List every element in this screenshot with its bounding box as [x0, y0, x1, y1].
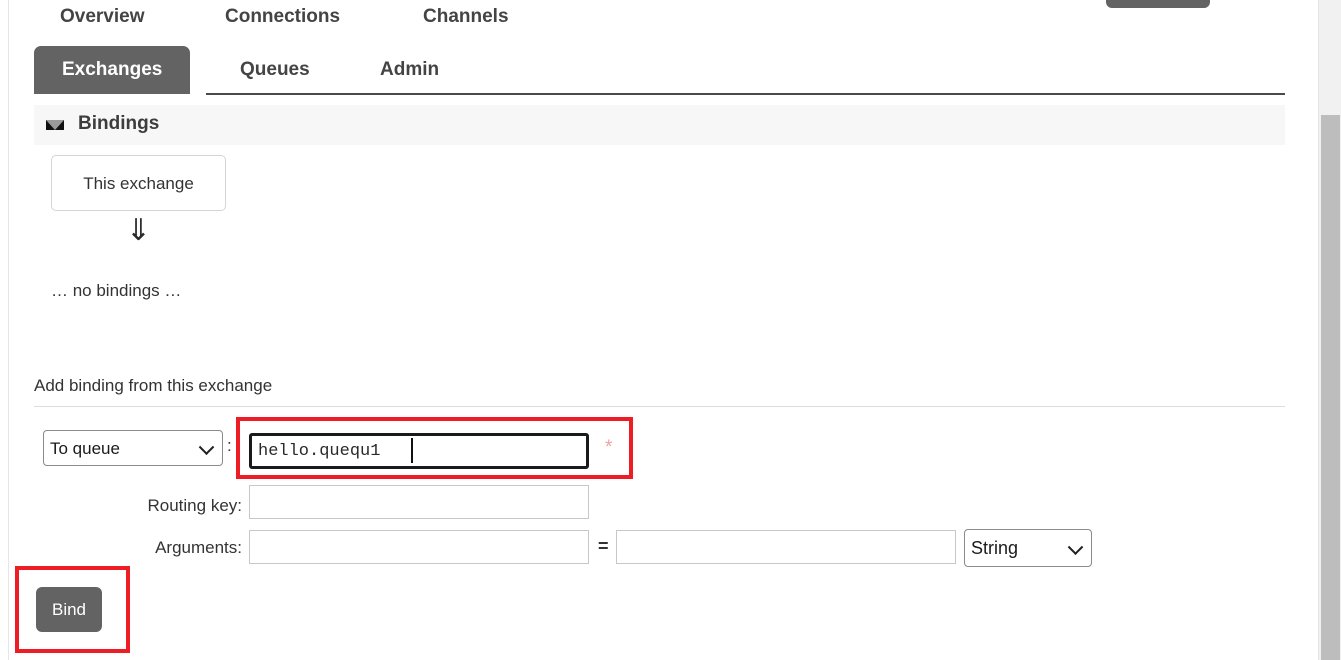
- nav-item-connections[interactable]: Connections: [225, 6, 340, 28]
- this-exchange-node: This exchange: [51, 155, 226, 211]
- required-field-asterisk: *: [605, 437, 613, 458]
- no-bindings-message: … no bindings …: [51, 281, 182, 300]
- destination-row: To queue :: [0, 430, 1285, 476]
- tab-queues[interactable]: Queues: [240, 46, 310, 94]
- tab-strip-underline: [206, 93, 1285, 95]
- triangle-down-icon: [46, 120, 64, 130]
- argument-key-input[interactable]: [249, 530, 589, 564]
- page-viewport: Overview Connections Channels Exchanges …: [0, 0, 1318, 660]
- double-down-arrow-icon: ⇓: [125, 214, 152, 247]
- nav-item-channels[interactable]: Channels: [423, 6, 509, 28]
- tab-admin[interactable]: Admin: [380, 46, 439, 94]
- bind-button[interactable]: Bind: [36, 587, 102, 632]
- argument-type-select-wrapper: String: [964, 529, 1092, 567]
- destination-name-input[interactable]: [249, 433, 589, 469]
- vertical-scrollbar-thumb[interactable]: [1321, 115, 1340, 660]
- destination-separator: :: [227, 436, 232, 455]
- routing-key-label: Routing key:: [147, 496, 243, 515]
- bindings-section-header[interactable]: Bindings: [34, 105, 1285, 145]
- routing-key-input[interactable]: [249, 485, 589, 519]
- text-cursor: [411, 438, 413, 463]
- nav-item-overview[interactable]: Overview: [60, 6, 145, 28]
- arguments-label: Arguments:: [155, 538, 242, 557]
- secondary-navigation: Exchanges Queues Admin: [0, 46, 1285, 94]
- argument-type-select[interactable]: String: [964, 529, 1092, 567]
- form-divider: [34, 406, 1285, 407]
- argument-value-input[interactable]: [616, 530, 956, 564]
- add-binding-title: Add binding from this exchange: [34, 376, 273, 395]
- left-edge-rule: [8, 0, 9, 660]
- tab-exchanges[interactable]: Exchanges: [34, 46, 191, 94]
- destination-type-select[interactable]: To queue: [43, 430, 223, 466]
- arguments-equals-sign: =: [598, 536, 609, 556]
- destination-type-select-wrapper: To queue: [43, 430, 223, 466]
- vertical-scrollbar-track[interactable]: [1318, 0, 1341, 660]
- bindings-section-title: Bindings: [78, 113, 160, 134]
- primary-navigation: Overview Connections Channels: [0, 0, 1285, 42]
